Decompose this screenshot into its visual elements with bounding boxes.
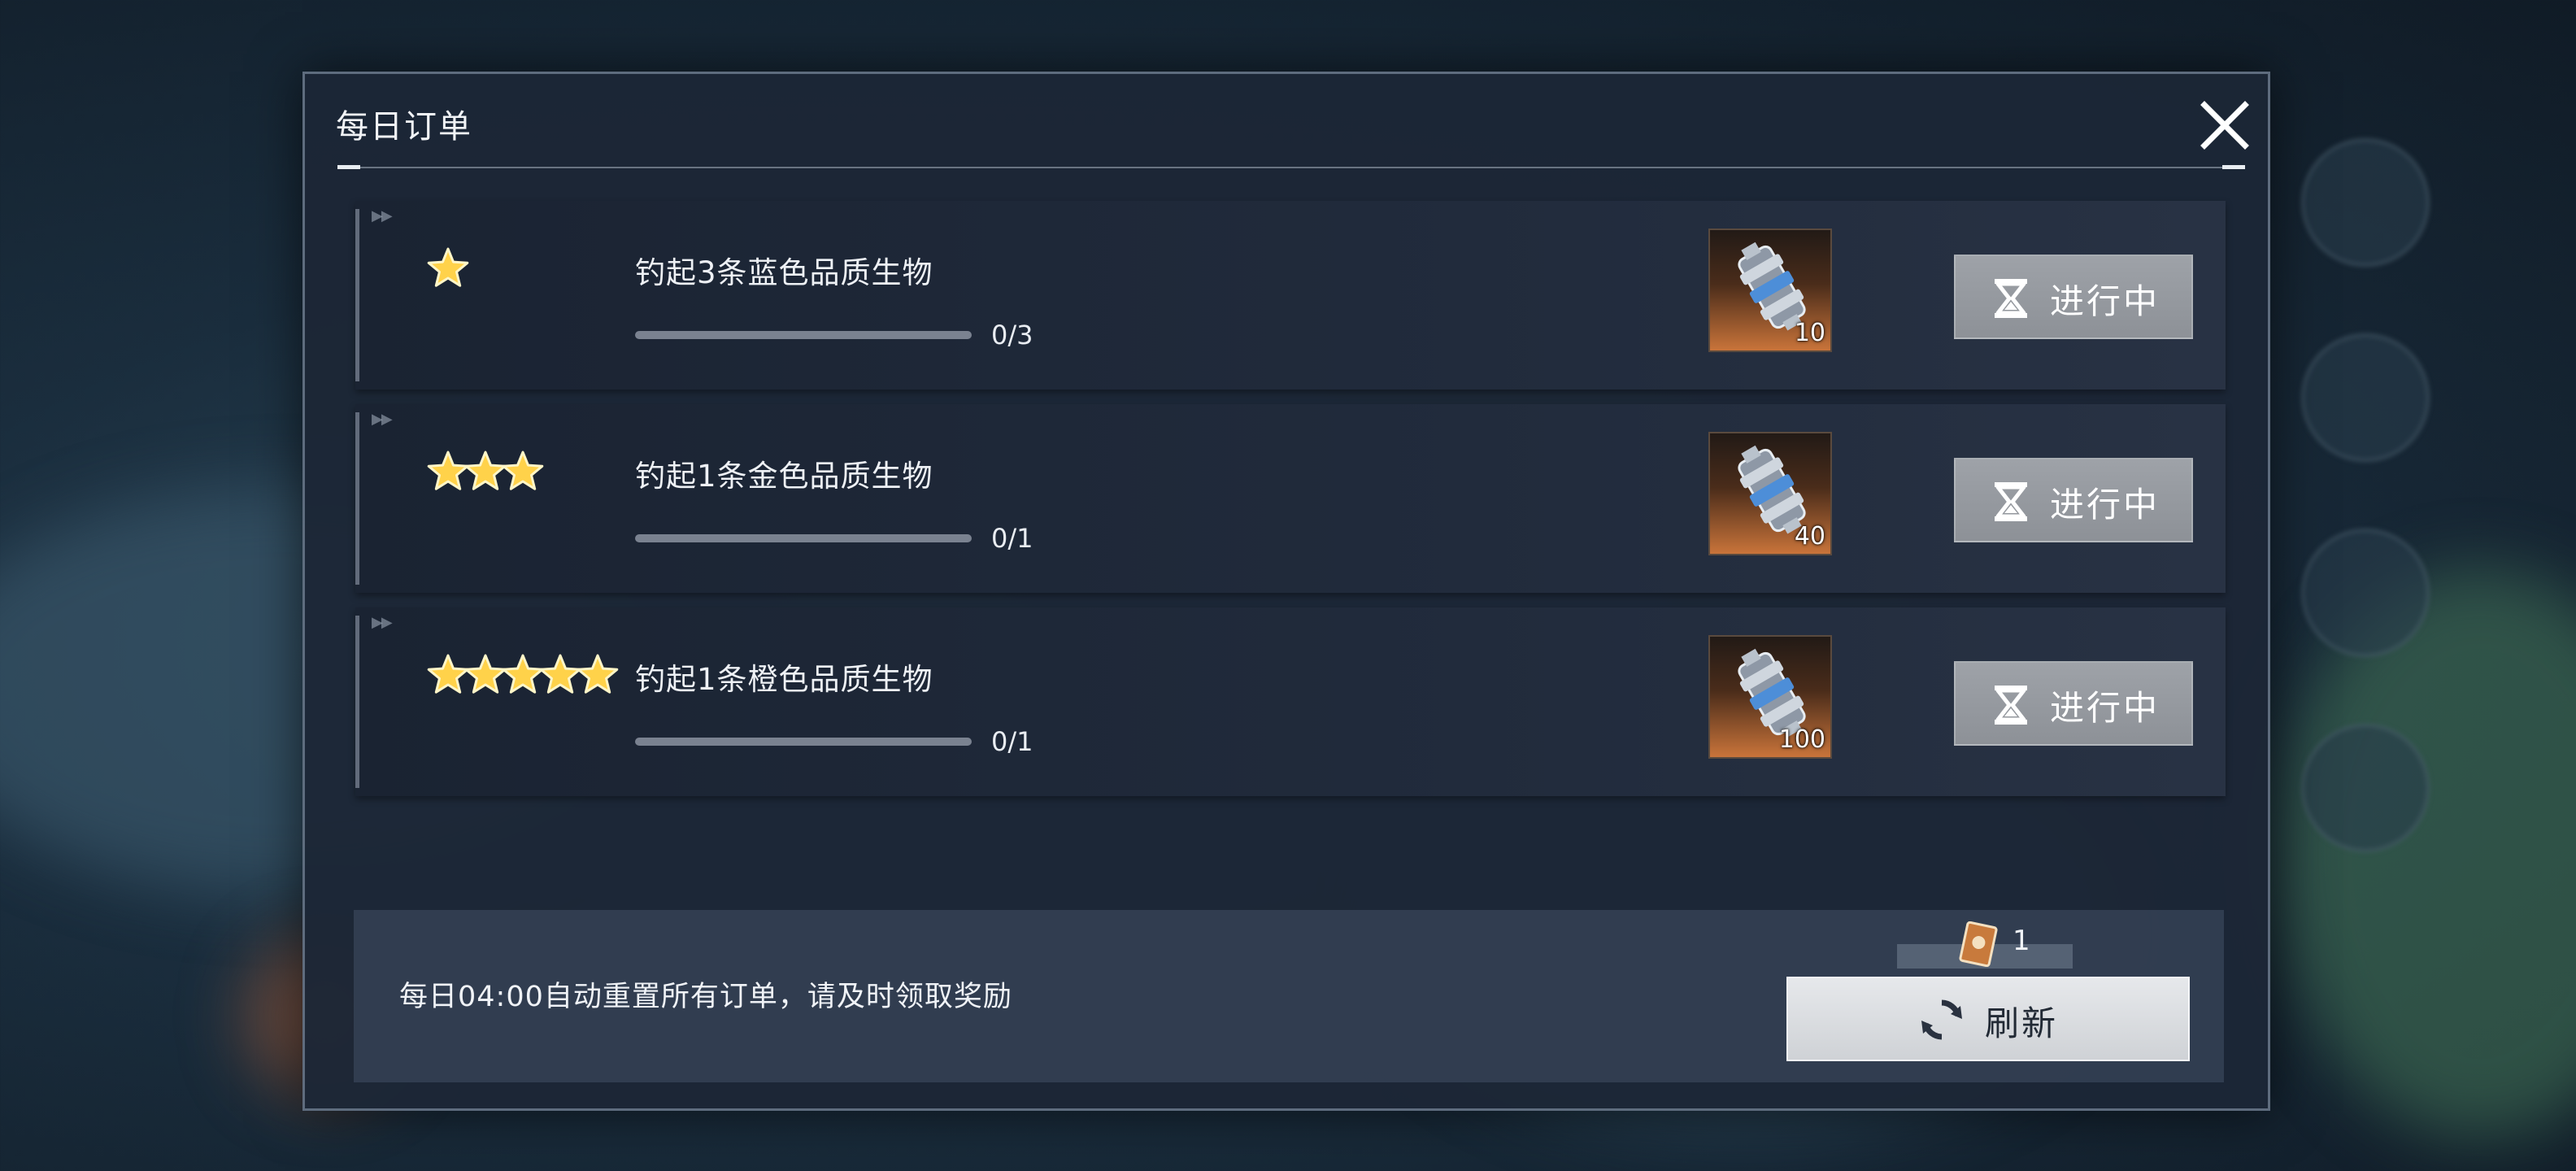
row-arrows-icon: ▶▶ xyxy=(372,207,393,224)
star-icon xyxy=(577,654,619,694)
refresh-label: 刷新 xyxy=(1985,1003,2059,1043)
order-title: 钓起3条蓝色品质生物 xyxy=(635,255,933,290)
progress-text: 0/1 xyxy=(991,726,1033,757)
title-divider-tick-right xyxy=(2222,165,2245,169)
row-edge xyxy=(355,412,359,585)
daily-orders-dialog: 每日订单 ▶▶ 钓起3条蓝色品质生物 0/3 10 进行中 ▶▶ 钓起1条金色品… xyxy=(302,72,2270,1111)
reward-item[interactable]: 100 xyxy=(1708,635,1832,759)
progress-bar xyxy=(635,534,972,542)
reward-count: 40 xyxy=(1794,522,1825,551)
footer-panel: 每日04:00自动重置所有订单，请及时领取奖励 1 刷新 xyxy=(354,910,2224,1082)
reward-count: 10 xyxy=(1794,319,1825,347)
title-divider xyxy=(337,167,2245,168)
in-progress-button[interactable]: 进行中 xyxy=(1954,255,2193,339)
reward-item[interactable]: 10 xyxy=(1708,229,1832,352)
order-title: 钓起1条橙色品质生物 xyxy=(635,662,933,697)
reward-item[interactable]: 40 xyxy=(1708,432,1832,555)
hourglass-icon xyxy=(1995,482,2027,521)
in-progress-button[interactable]: 进行中 xyxy=(1954,661,2193,746)
progress-bar xyxy=(635,331,972,339)
refresh-icon xyxy=(1921,999,1962,1040)
progress-text: 0/3 xyxy=(991,320,1033,350)
order-row: ▶▶ 钓起1条金色品质生物 0/1 40 进行中 xyxy=(355,404,2226,593)
order-title: 钓起1条金色品质生物 xyxy=(635,459,933,494)
ticket-icon xyxy=(1959,921,1998,967)
refresh-button[interactable]: 刷新 xyxy=(1786,977,2190,1061)
row-edge xyxy=(355,209,359,381)
row-arrows-icon: ▶▶ xyxy=(372,614,393,631)
status-label: 进行中 xyxy=(2050,281,2160,321)
hourglass-icon xyxy=(1995,686,2027,725)
row-edge xyxy=(355,616,359,788)
status-label: 进行中 xyxy=(2050,688,2160,728)
row-arrows-icon: ▶▶ xyxy=(372,411,393,428)
hourglass-icon xyxy=(1995,279,2027,318)
reward-count: 100 xyxy=(1778,725,1825,754)
progress-bar xyxy=(635,738,972,746)
order-row: ▶▶ 钓起1条橙色品质生物 0/1 100 进行中 xyxy=(355,607,2226,796)
close-icon xyxy=(2200,101,2249,150)
difficulty-stars xyxy=(425,245,471,290)
star-icon xyxy=(502,451,544,490)
star-icon xyxy=(427,247,469,287)
order-row: ▶▶ 钓起3条蓝色品质生物 0/3 10 进行中 xyxy=(355,201,2226,390)
in-progress-button[interactable]: 进行中 xyxy=(1954,458,2193,542)
progress-text: 0/1 xyxy=(991,523,1033,554)
refresh-cost: 1 xyxy=(2012,925,2030,957)
status-label: 进行中 xyxy=(2050,485,2160,525)
dialog-title: 每日订单 xyxy=(336,108,472,146)
difficulty-stars xyxy=(425,651,620,697)
title-divider-tick-left xyxy=(337,165,360,169)
close-button[interactable] xyxy=(2196,97,2253,154)
reset-notice: 每日04:00自动重置所有订单，请及时领取奖励 xyxy=(399,981,1012,1013)
difficulty-stars xyxy=(425,448,546,494)
